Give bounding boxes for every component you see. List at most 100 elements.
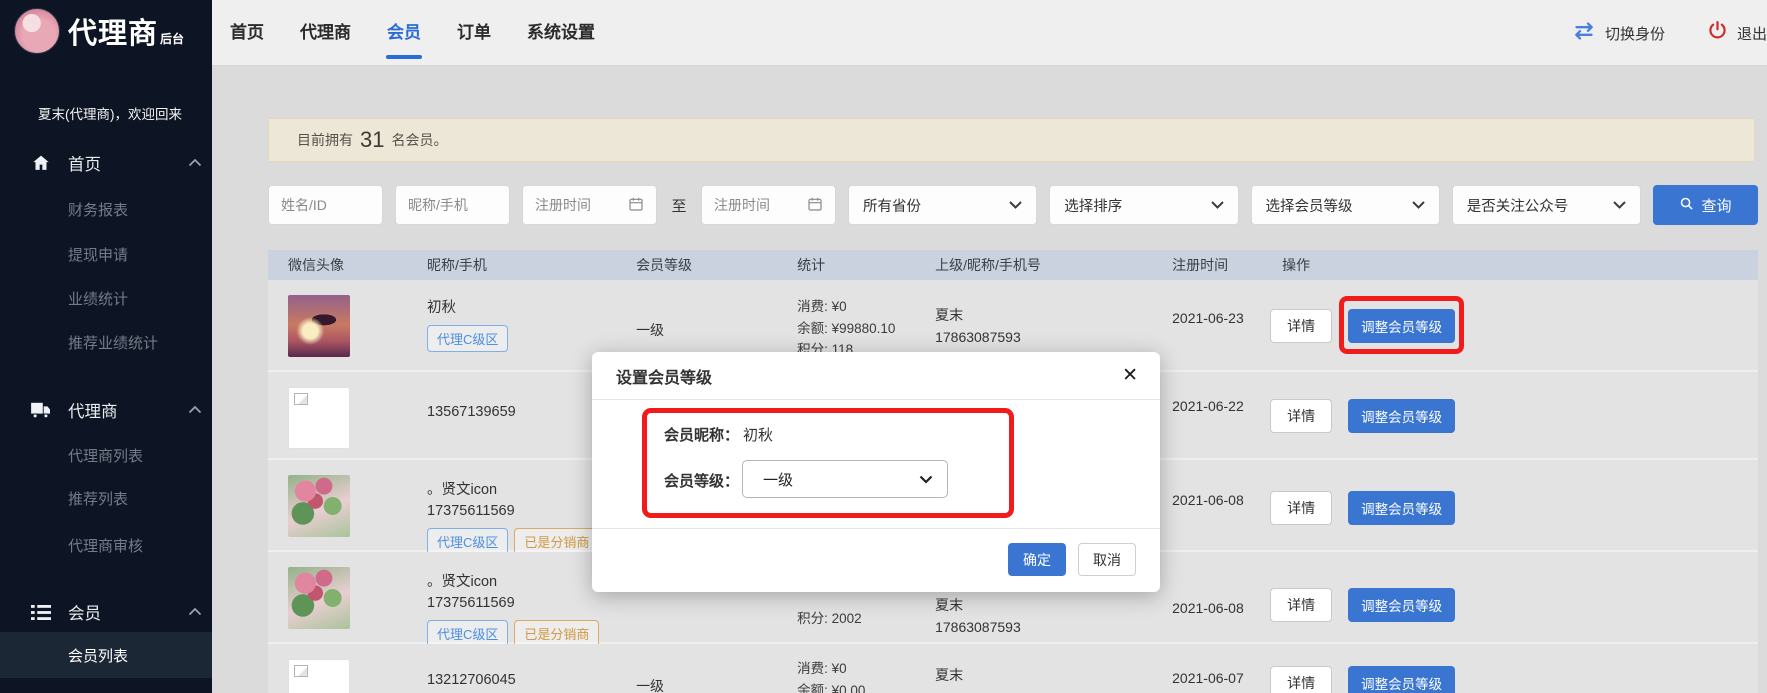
- logout-button[interactable]: 退出登录: [1737, 23, 1767, 44]
- col-header-avatar: 微信头像: [268, 255, 407, 275]
- reg-start-date-input[interactable]: 注册时间: [522, 185, 657, 225]
- adjust-level-button[interactable]: 调整会员等级: [1348, 491, 1455, 525]
- member-level-filter-select[interactable]: 选择会员等级: [1251, 185, 1440, 225]
- chevron-down-icon: [1613, 197, 1626, 213]
- detail-button[interactable]: 详情: [1270, 666, 1332, 693]
- sidebar-item-member-list[interactable]: 会员列表: [0, 632, 212, 678]
- switch-identity-button[interactable]: 切换身份: [1605, 23, 1665, 44]
- member-nick-value: 初秋: [743, 424, 773, 445]
- member-nick: 13212706045: [427, 670, 616, 691]
- chevron-down-icon: [1412, 197, 1425, 213]
- stat-consume: 消费: ¥0: [797, 296, 915, 318]
- sidebar-item-agent-review[interactable]: 代理商审核: [0, 530, 212, 560]
- member-level: 一级: [636, 678, 664, 693]
- nav-right-actions: 切换身份 退出登录: [1572, 0, 1767, 66]
- chevron-up-icon: [188, 401, 202, 419]
- member-avatar-image-placeholder: [288, 387, 350, 449]
- tab-orders[interactable]: 订单: [457, 0, 491, 66]
- list-icon: [30, 604, 52, 621]
- adjust-level-button[interactable]: 调整会员等级: [1348, 588, 1455, 622]
- member-count: 31: [360, 127, 384, 153]
- member-nick-label: 会员昵称：: [664, 424, 739, 445]
- nick-phone-input[interactable]: [395, 185, 510, 225]
- tab-system-settings[interactable]: 系统设置: [527, 0, 595, 66]
- member-nick: 初秋: [427, 298, 616, 319]
- modal-header: 设置会员等级 ✕: [592, 352, 1160, 400]
- col-header-level: 会员等级: [616, 255, 777, 275]
- tab-agents[interactable]: 代理商: [300, 0, 351, 66]
- detail-button[interactable]: 详情: [1270, 309, 1332, 343]
- detail-button[interactable]: 详情: [1270, 399, 1332, 433]
- detail-button[interactable]: 详情: [1270, 588, 1332, 622]
- adjust-level-button[interactable]: 调整会员等级: [1348, 666, 1455, 693]
- upper-nick: 夏末: [935, 304, 1152, 326]
- chevron-down-icon: [1211, 197, 1224, 213]
- adjust-level-button[interactable]: 调整会员等级: [1348, 399, 1455, 433]
- banner-prefix: 目前拥有: [297, 130, 353, 150]
- sidebar-item-home[interactable]: 首页: [0, 148, 212, 178]
- sidebar-item-referral-list[interactable]: 推荐列表: [0, 483, 212, 513]
- member-phone: 17375611569: [427, 501, 616, 522]
- chevron-down-icon: [919, 471, 933, 488]
- upper-phone: 17863087593: [935, 616, 1152, 638]
- member-avatar-image-placeholder: [288, 659, 350, 693]
- banner-suffix: 名会员。: [391, 130, 447, 150]
- sidebar-item-label: 会员: [68, 600, 101, 624]
- nav-tabs: 首页 代理商 会员 订单 系统设置: [230, 0, 595, 66]
- search-button[interactable]: 查询: [1653, 185, 1758, 225]
- modal-footer: 确定 取消: [592, 528, 1160, 591]
- name-id-input[interactable]: [268, 185, 383, 225]
- set-member-level-modal: 设置会员等级 ✕ 会员昵称： 初秋 会员等级： 一级 确定 取消: [592, 352, 1160, 592]
- sidebar-item-agents[interactable]: 代理商: [0, 395, 212, 425]
- tab-home[interactable]: 首页: [230, 0, 264, 66]
- detail-button[interactable]: 详情: [1270, 491, 1332, 525]
- power-icon: [1707, 20, 1728, 46]
- adjust-level-button[interactable]: 调整会员等级: [1348, 309, 1455, 343]
- search-icon: [1679, 196, 1694, 215]
- sort-select[interactable]: 选择排序: [1049, 185, 1238, 225]
- sidebar: 代理商 后台 夏末(代理商)，欢迎回来 首页 财务报表 提现申请 业绩统计 推荐…: [0, 0, 212, 693]
- col-header-actions: 操作: [1262, 255, 1758, 275]
- chevron-down-icon: [1009, 197, 1022, 213]
- member-level-label: 会员等级：: [664, 470, 739, 491]
- cancel-button[interactable]: 取消: [1078, 543, 1136, 576]
- follow-official-account-select[interactable]: 是否关注公众号: [1452, 185, 1641, 225]
- tab-members[interactable]: 会员: [387, 0, 421, 66]
- tag-already-distributor: 已是分销商: [514, 528, 599, 555]
- col-header-nick: 昵称/手机: [407, 255, 616, 275]
- col-header-stats: 统计: [777, 255, 915, 275]
- logo-title-suffix: 后台: [160, 30, 184, 47]
- reg-date: 2021-06-08: [1172, 600, 1244, 616]
- logo-title: 代理商 后台: [68, 10, 184, 52]
- logo-title-main: 代理商: [68, 10, 158, 52]
- calendar-icon: [807, 196, 823, 215]
- stat-balance: 余额: ¥99880.10: [797, 318, 915, 340]
- switch-identity-icon: [1572, 22, 1596, 45]
- member-phone: 17375611569: [427, 593, 616, 614]
- sidebar-item-finance-report[interactable]: 财务报表: [0, 194, 212, 224]
- sidebar-item-referral-performance-stats[interactable]: 推荐业绩统计: [0, 327, 212, 357]
- logo-avatar: [14, 8, 60, 54]
- date-range-to-label: 至: [669, 195, 689, 216]
- member-level-select[interactable]: 一级: [742, 460, 948, 498]
- sidebar-item-members[interactable]: 会员: [0, 597, 212, 627]
- confirm-button[interactable]: 确定: [1008, 543, 1066, 576]
- home-icon: [30, 153, 52, 173]
- member-avatar-bouquet-photo: [288, 475, 350, 537]
- member-level: 一级: [636, 322, 664, 338]
- top-nav: 首页 代理商 会员 订单 系统设置 切换身份 退出登录: [212, 0, 1767, 66]
- chevron-up-icon: [188, 154, 202, 172]
- col-header-upper: 上级/昵称/手机号: [915, 255, 1152, 275]
- sidebar-item-performance-stats[interactable]: 业绩统计: [0, 283, 212, 313]
- reg-date: 2021-06-07: [1172, 670, 1244, 686]
- tag-agent-c-zone: 代理C级区: [427, 528, 508, 555]
- sidebar-item-label: 代理商: [68, 398, 118, 422]
- reg-end-date-input[interactable]: 注册时间: [701, 185, 836, 225]
- member-nick: 。贤文icon: [427, 572, 616, 593]
- table-header: 微信头像 昵称/手机 会员等级 统计 上级/昵称/手机号 注册时间 操作: [268, 250, 1758, 280]
- sidebar-item-agent-list[interactable]: 代理商列表: [0, 440, 212, 470]
- chevron-up-icon: [188, 603, 202, 621]
- close-icon[interactable]: ✕: [1122, 364, 1138, 388]
- sidebar-item-withdraw-apply[interactable]: 提现申请: [0, 239, 212, 269]
- province-select[interactable]: 所有省份: [848, 185, 1037, 225]
